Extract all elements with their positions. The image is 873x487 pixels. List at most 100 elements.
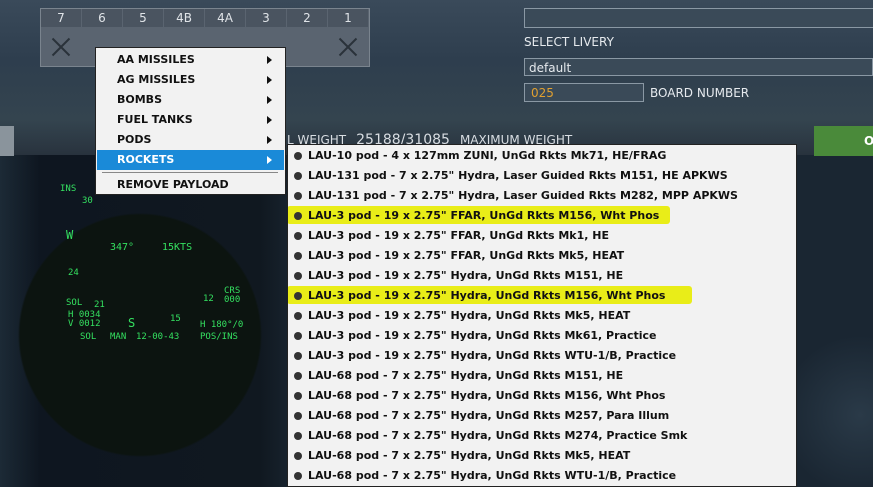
hud-pos: POS/INS [200,332,238,342]
hud-time: 12-00-43 [136,332,180,342]
rocket-option[interactable]: LAU-68 pod - 7 x 2.75" Hydra, UnGd Rkts … [288,426,796,446]
rocket-bullet-icon [294,332,302,340]
rocket-bullet-icon [294,312,302,320]
rocket-option[interactable]: LAU-3 pod - 19 x 2.75" Hydra, UnGd Rkts … [288,306,796,326]
select-livery-label: SELECT LIVERY [524,35,614,49]
board-number-input[interactable]: 025 [524,83,644,102]
rocket-option[interactable]: LAU-131 pod - 7 x 2.75" Hydra, Laser Gui… [288,186,796,206]
empty-station-icon [338,37,358,57]
rocket-option[interactable]: LAU-131 pod - 7 x 2.75" Hydra, Laser Gui… [288,166,796,186]
rocket-option[interactable]: LAU-10 pod - 4 x 127mm ZUNI, UnGd Rkts M… [288,146,796,166]
rocket-bullet-icon [294,172,302,180]
rocket-option-label: LAU-68 pod - 7 x 2.75" Hydra, UnGd Rkts … [308,369,624,382]
station-header-3: 3 [246,9,286,27]
station-header-6: 6 [82,9,122,27]
rocket-option-label: LAU-131 pod - 7 x 2.75" Hydra, Laser Gui… [308,169,728,182]
rocket-bullet-icon [294,472,302,480]
station-slot-1[interactable] [328,29,368,65]
hud-h-right: H 180°/0 [200,320,244,330]
rocket-bullet-icon [294,192,302,200]
rocket-option-label: LAU-68 pod - 7 x 2.75" Hydra, UnGd Rkts … [308,409,670,422]
rocket-bullet-icon [294,392,302,400]
menu-item-fuel-tanks[interactable]: FUEL TANKS [97,110,284,130]
rocket-bullet-icon [294,292,302,300]
rocket-option[interactable]: LAU-68 pod - 7 x 2.75" Hydra, UnGd Rkts … [288,386,796,406]
rocket-option[interactable]: LAU-3 pod - 19 x 2.75" FFAR, UnGd Rkts M… [288,226,796,246]
livery-top-field[interactable] [524,8,873,28]
hud-v-left: V 0012 [68,319,101,329]
station-header-1: 1 [328,9,368,27]
rocket-option-label: LAU-68 pod - 7 x 2.75" Hydra, UnGd Rkts … [308,449,631,462]
station-slot-7[interactable] [41,29,81,65]
hud-15: 15 [170,314,181,324]
rocket-option[interactable]: LAU-3 pod - 19 x 2.75" Hydra, UnGd Rkts … [288,286,796,306]
submenu-arrow-icon [267,56,272,64]
submenu-arrow-icon [267,136,272,144]
board-number-label: BOARD NUMBER [650,86,750,100]
livery-select[interactable]: default [524,58,873,76]
rocket-bullet-icon [294,412,302,420]
rocket-bullet-icon [294,212,302,220]
menu-item-aa-missiles[interactable]: AA MISSILES [97,50,284,70]
rocket-bullet-icon [294,272,302,280]
rocket-option-label: LAU-3 pod - 19 x 2.75" Hydra, UnGd Rkts … [308,349,677,362]
menu-item-rockets[interactable]: ROCKETS [97,150,284,170]
rocket-bullet-icon [294,372,302,380]
rocket-bullet-icon [294,152,302,160]
menu-item-bombs[interactable]: BOMBS [97,90,284,110]
payload-context-menu: AA MISSILES AG MISSILES BOMBS FUEL TANKS… [95,47,286,195]
rocket-option-label: LAU-3 pod - 19 x 2.75" FFAR, UnGd Rkts M… [308,229,609,242]
hud-w: W [66,228,74,242]
rocket-option-label: LAU-131 pod - 7 x 2.75" Hydra, Laser Gui… [308,189,738,202]
hud-ins: INS [60,184,77,194]
submenu-arrow-icon [267,116,272,124]
hud-man: MAN [110,332,127,342]
menu-separator [102,172,278,173]
menu-item-ag-missiles[interactable]: AG MISSILES [97,70,284,90]
menu-item-pods[interactable]: PODS [97,130,284,150]
menu-label: AA MISSILES [117,53,195,66]
rocket-option-label: LAU-3 pod - 19 x 2.75" Hydra, UnGd Rkts … [308,289,666,302]
station-header-7: 7 [41,9,81,27]
station-header-4a: 4A [205,9,245,27]
rocket-option[interactable]: LAU-68 pod - 7 x 2.75" Hydra, UnGd Rkts … [288,366,796,386]
empty-station-icon [51,37,71,57]
rocket-bullet-icon [294,432,302,440]
station-header-5: 5 [123,9,163,27]
hud-sol-bottom: SOL [80,332,97,342]
rocket-option[interactable]: LAU-3 pod - 19 x 2.75" Hydra, UnGd Rkts … [288,326,796,346]
menu-label: BOMBS [117,93,162,106]
ok-button[interactable]: O [814,126,873,156]
menu-label: FUEL TANKS [117,113,193,126]
submenu-arrow-icon [267,76,272,84]
menu-label: AG MISSILES [117,73,196,86]
rocket-option-label: LAU-10 pod - 4 x 127mm ZUNI, UnGd Rkts M… [308,149,667,162]
rocket-option-label: LAU-3 pod - 19 x 2.75" FFAR, UnGd Rkts M… [308,249,625,262]
hud-speed: 15KTS [162,242,193,253]
menu-label: PODS [117,133,152,146]
left-button[interactable] [0,126,14,156]
menu-item-remove-payload[interactable]: REMOVE PAYLOAD [97,175,284,195]
rocket-option-label: LAU-3 pod - 19 x 2.75" Hydra, UnGd Rkts … [308,309,631,322]
rocket-option-label: LAU-68 pod - 7 x 2.75" Hydra, UnGd Rkts … [308,389,666,402]
rocket-option[interactable]: LAU-3 pod - 19 x 2.75" FFAR, UnGd Rkts M… [288,206,796,226]
hud-12: 12 [203,294,214,304]
rocket-option[interactable]: LAU-3 pod - 19 x 2.75" FFAR, UnGd Rkts M… [288,246,796,266]
submenu-arrow-icon [267,96,272,104]
hsi-display: INS 30 W 347° 15KTS 24 SOL 21 H 0034 V 0… [40,180,250,342]
rockets-submenu: LAU-10 pod - 4 x 127mm ZUNI, UnGd Rkts M… [287,144,797,487]
rocket-option[interactable]: LAU-3 pod - 19 x 2.75" Hydra, UnGd Rkts … [288,346,796,366]
rocket-option[interactable]: LAU-3 pod - 19 x 2.75" Hydra, UnGd Rkts … [288,266,796,286]
rocket-option-label: LAU-3 pod - 19 x 2.75" Hydra, UnGd Rkts … [308,329,657,342]
rocket-option[interactable]: LAU-68 pod - 7 x 2.75" Hydra, UnGd Rkts … [288,466,796,486]
hud-21: 21 [94,300,105,310]
menu-label: ROCKETS [117,153,175,166]
hud-30: 30 [82,196,93,206]
rocket-option-label: LAU-68 pod - 7 x 2.75" Hydra, UnGd Rkts … [308,469,677,482]
hud-heading: 347° [110,242,135,253]
rocket-option[interactable]: LAU-68 pod - 7 x 2.75" Hydra, UnGd Rkts … [288,406,796,426]
station-header-2: 2 [287,9,327,27]
station-header-4b: 4B [164,9,204,27]
hud-s: S [128,316,136,330]
rocket-option[interactable]: LAU-68 pod - 7 x 2.75" Hydra, UnGd Rkts … [288,446,796,466]
